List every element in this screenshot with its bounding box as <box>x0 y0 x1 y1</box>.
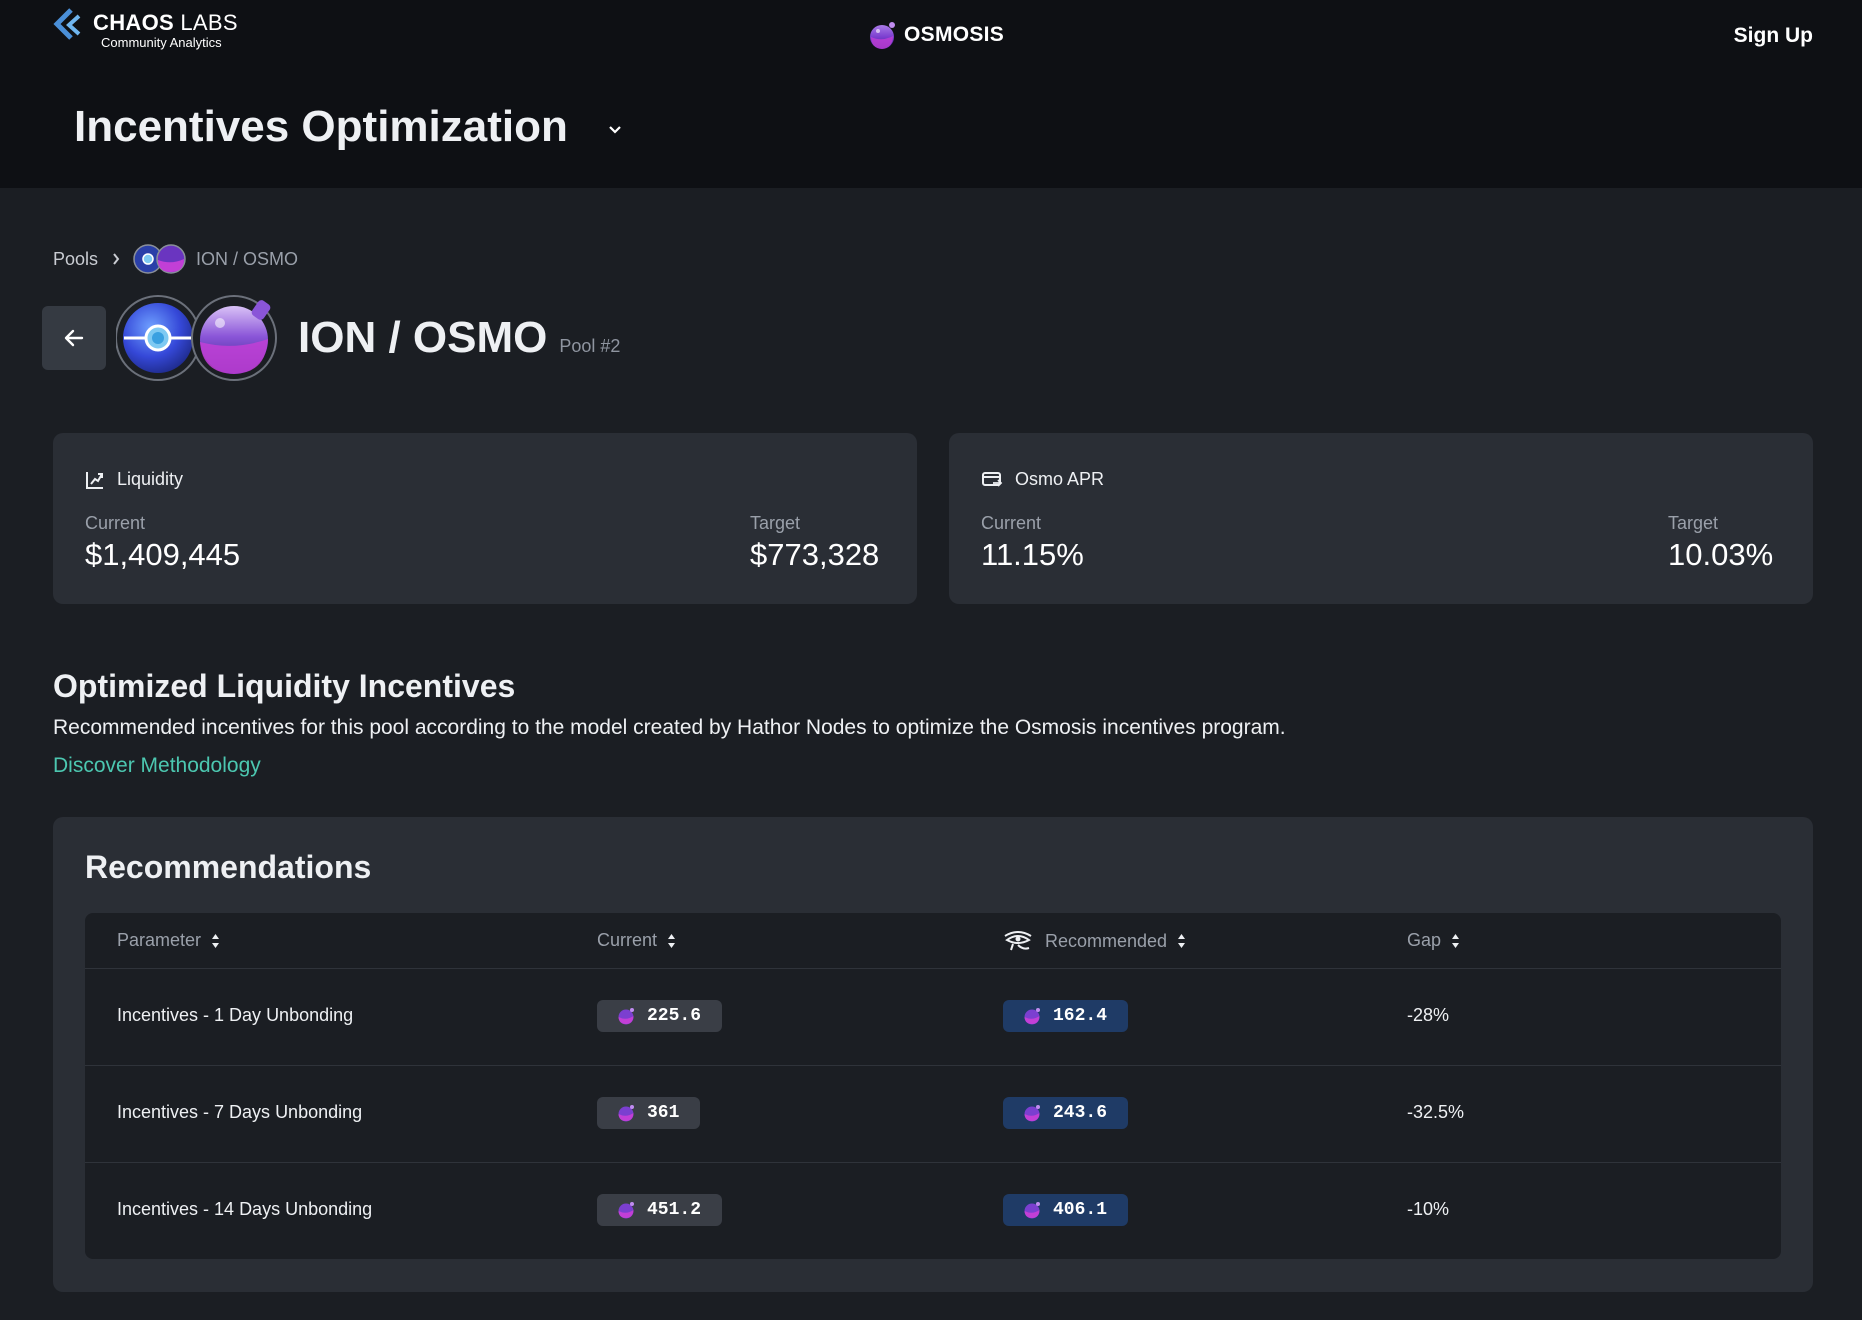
parameter-cell: Incentives - 1 Day Unbonding <box>117 1005 354 1025</box>
pool-number: Pool #2 <box>559 335 621 356</box>
table-header: Parameter Current Recommended Gap <box>85 913 1781 969</box>
parameter-cell: Incentives - 7 Days Unbonding <box>117 1102 363 1122</box>
liquidity-title: Liquidity <box>117 469 184 489</box>
top-bar: CHAOS LABS Community Analytics OSMOSIS S… <box>0 0 1862 188</box>
ion-osmo-token-icons <box>133 244 186 274</box>
column-header-gap[interactable]: Gap <box>1407 930 1460 951</box>
recommended-value-pill: 162.4 <box>1003 1000 1129 1032</box>
osmo-token-icon <box>1024 1008 1040 1025</box>
breadcrumb: Pools ION / OSMO <box>53 243 298 275</box>
network-selector[interactable]: OSMOSIS <box>868 20 1004 50</box>
arrow-left-icon <box>64 329 84 347</box>
table-row: Incentives - 7 Days Unbonding 361 243.6 … <box>85 1066 1781 1163</box>
apr-card-header: Osmo APR <box>981 469 1104 490</box>
card-exchange-icon <box>982 471 1003 487</box>
liquidity-card-header: Liquidity <box>85 469 183 490</box>
brand-subtitle: Community Analytics <box>101 35 222 50</box>
table-row: Incentives - 14 Days Unbonding 451.2 406… <box>85 1163 1781 1259</box>
recommendations-table: Parameter Current Recommended Gap Incent… <box>85 913 1781 1259</box>
liquidity-current-label: Current <box>85 513 146 533</box>
sort-icon <box>668 933 676 948</box>
gap-cell: -10% <box>1407 1199 1450 1219</box>
liquidity-current-value: $1,409,445 <box>85 537 241 572</box>
page-title: Incentives Optimization <box>74 102 568 151</box>
sort-icon <box>1178 934 1186 948</box>
table-row: Incentives - 1 Day Unbonding 225.6 162.4… <box>85 969 1781 1066</box>
osmo-token-icon <box>618 1008 634 1025</box>
apr-target-label: Target <box>1668 513 1719 533</box>
apr-current-value: 11.15% <box>981 537 1084 572</box>
chevron-down-icon <box>609 126 621 134</box>
recommendations-panel: Recommendations Parameter Current Recomm… <box>53 817 1813 1292</box>
apr-target-value: 10.03% <box>1668 537 1774 572</box>
brand-name: CHAOS LABS <box>93 10 238 35</box>
back-button[interactable] <box>42 306 106 370</box>
column-header-current[interactable]: Current <box>597 930 676 951</box>
osmo-token-icon <box>618 1105 634 1122</box>
current-value-pill: 225.6 <box>597 1000 723 1032</box>
liquidity-target-label: Target <box>750 513 801 533</box>
column-header-parameter[interactable]: Parameter <box>117 930 220 951</box>
liquidity-card: Liquidity Current $1,409,445 Target $773… <box>53 433 917 604</box>
discover-methodology-link[interactable]: Discover Methodology <box>53 754 261 778</box>
osmo-token-icon <box>618 1202 634 1219</box>
current-value-pill: 361 <box>597 1097 701 1129</box>
osmo-token-icon <box>1024 1105 1040 1122</box>
pool-name: ION / OSMO <box>298 313 548 362</box>
gap-cell: -32.5% <box>1407 1102 1465 1122</box>
osmo-apr-card: Osmo APR Current 11.15% Target 10.03% <box>949 433 1813 604</box>
osmosis-logo-icon <box>870 22 895 49</box>
column-header-recommended[interactable]: Recommended <box>1003 930 1186 952</box>
apr-title: Osmo APR <box>1015 469 1105 489</box>
chevron-right-icon <box>113 253 120 265</box>
chaos-labs-logo-icon <box>53 8 81 40</box>
apr-current-label: Current <box>981 513 1042 533</box>
recommendations-title: Recommendations <box>85 849 372 885</box>
ion-osmo-large-icons <box>115 295 277 381</box>
section-title: Optimized Liquidity Incentives <box>53 668 516 704</box>
brand-logo[interactable]: CHAOS LABS Community Analytics <box>53 8 238 50</box>
osmo-token-icon <box>1024 1202 1040 1219</box>
pool-token-icons-small <box>132 243 188 275</box>
recommended-value-pill: 406.1 <box>1003 1194 1129 1226</box>
network-name: OSMOSIS <box>904 23 1005 46</box>
parameter-cell: Incentives - 14 Days Unbonding <box>117 1199 373 1219</box>
breadcrumb-current: ION / OSMO <box>196 248 299 269</box>
liquidity-target-value: $773,328 <box>750 537 880 572</box>
eye-of-horus-icon <box>1004 931 1032 951</box>
sign-up-button[interactable]: Sign Up <box>1734 24 1813 48</box>
sort-icon <box>212 933 220 948</box>
pool-header: ION / OSMO Pool #2 <box>42 293 620 383</box>
gap-cell: -28% <box>1407 1005 1450 1025</box>
breadcrumb-pools-link[interactable]: Pools <box>53 249 98 270</box>
current-value-pill: 451.2 <box>597 1194 723 1226</box>
chart-growth-icon <box>86 471 103 489</box>
sort-icon <box>1452 933 1460 948</box>
recommended-value-pill: 243.6 <box>1003 1097 1129 1129</box>
pool-token-icons <box>115 293 278 383</box>
section-description: Recommended incentives for this pool acc… <box>53 716 1286 739</box>
page-title-dropdown[interactable]: Incentives Optimization <box>74 102 622 152</box>
